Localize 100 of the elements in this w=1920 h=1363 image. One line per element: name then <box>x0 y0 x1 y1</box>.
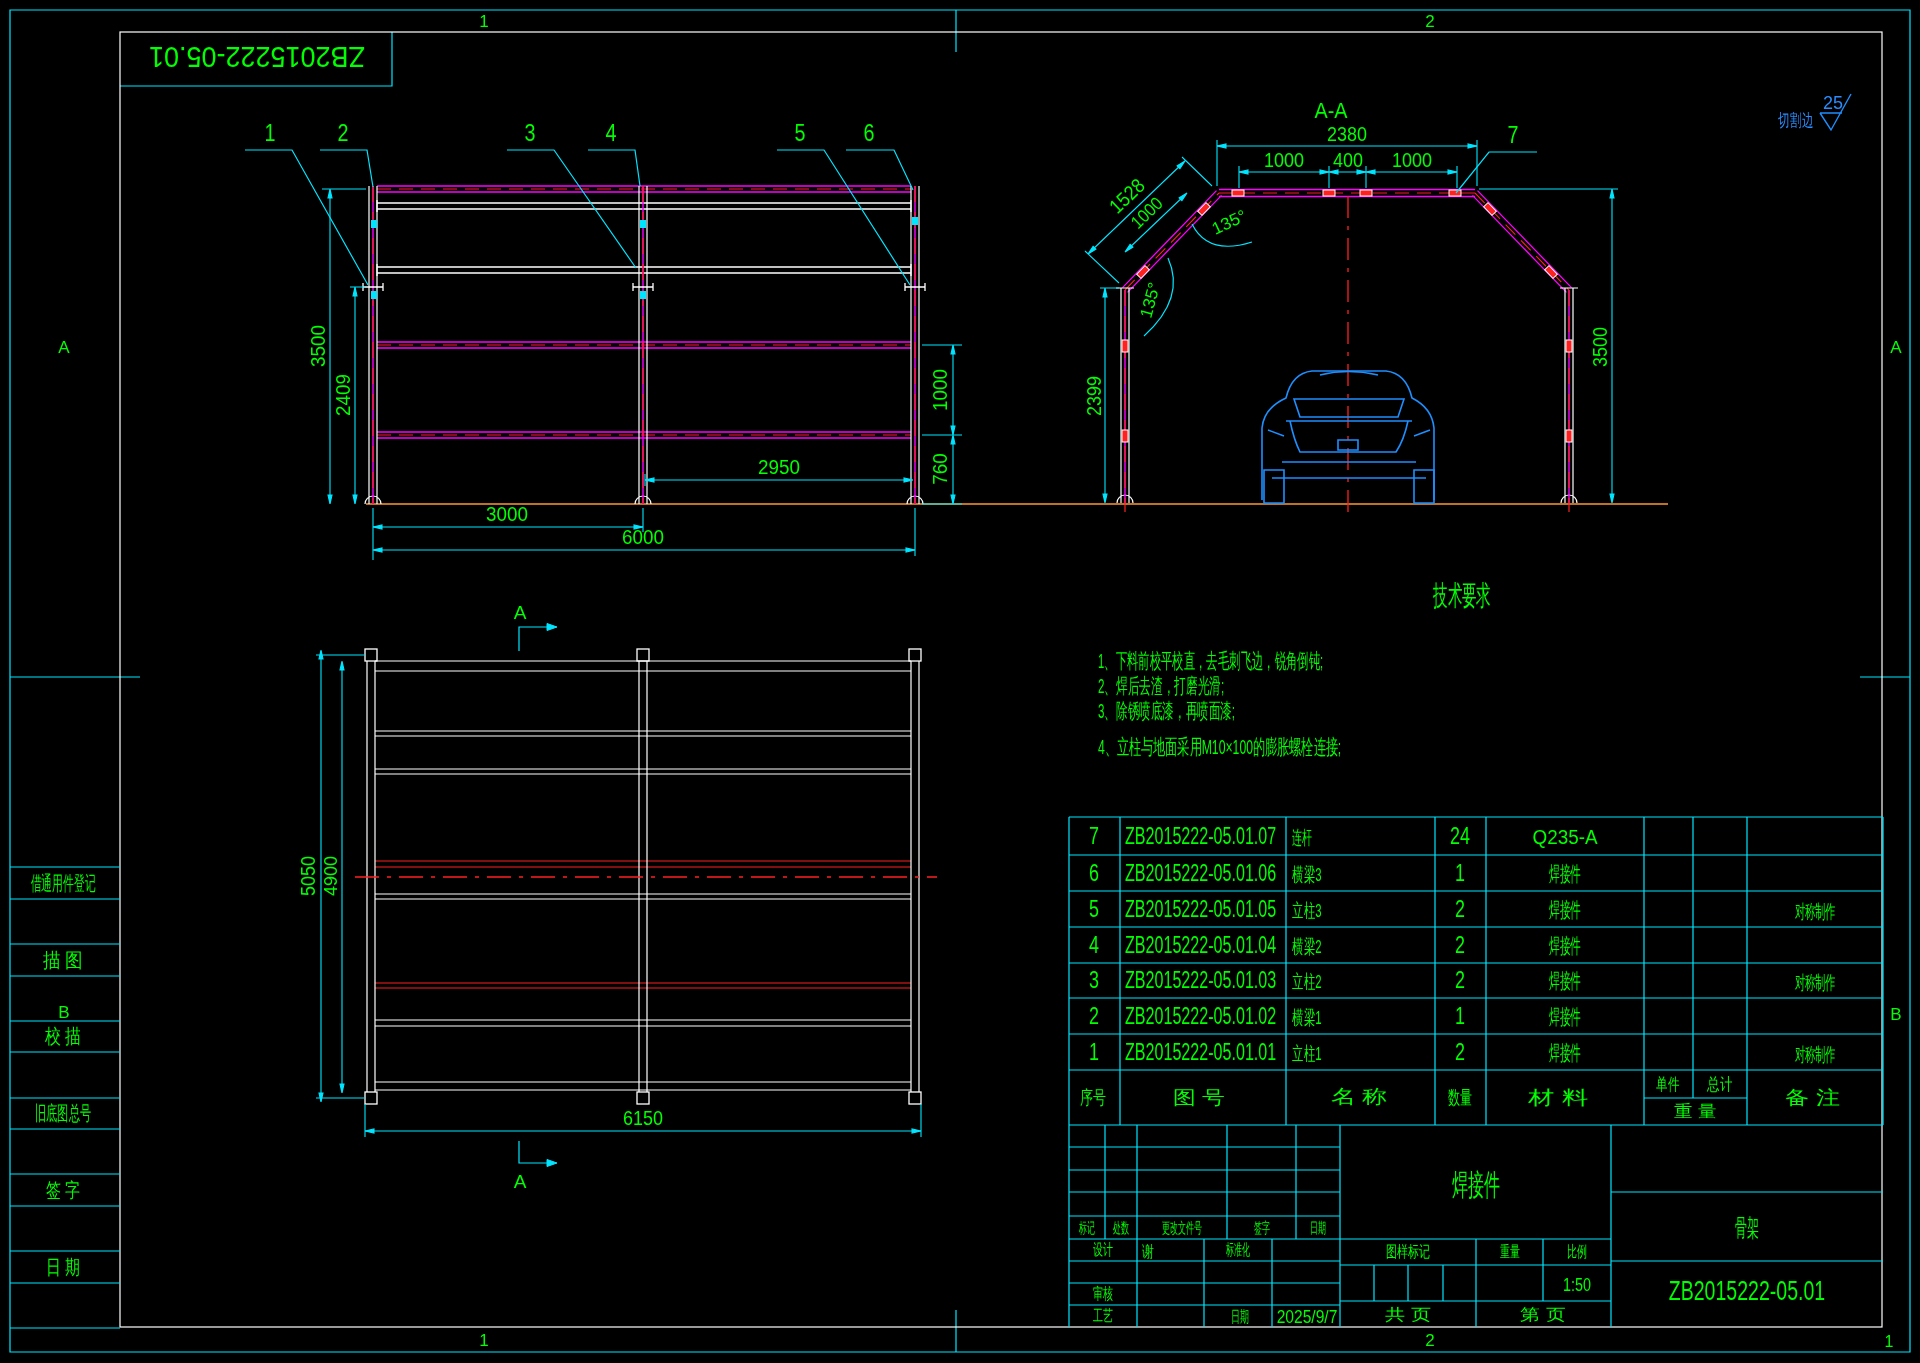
dimension-value: 135° <box>1135 280 1165 320</box>
joint-plate <box>1197 202 1211 216</box>
dimension-value: 6150 <box>623 1106 663 1130</box>
table-cell: 焊接件 <box>1548 1041 1582 1065</box>
register-label: 借通用件登记 <box>30 871 96 895</box>
post <box>636 648 650 662</box>
table-cell: 横梁1 <box>1292 1006 1322 1028</box>
section-label: A <box>513 601 527 623</box>
dimension-value: 1000 <box>1392 147 1432 171</box>
dimension-value: 135° <box>1208 205 1250 239</box>
table-cell: 焊接件 <box>1548 898 1582 922</box>
view-title: A-A <box>1314 97 1348 123</box>
table-cell: Q235-A <box>1532 825 1598 849</box>
title-block-label: 第 页 <box>1520 1306 1566 1324</box>
drawing-number: ZB2015222-05.01 <box>1668 1276 1826 1306</box>
joint-plate <box>1483 202 1497 216</box>
table-cell: ZB2015222-05.01.04 <box>1125 932 1277 958</box>
designer-name: 谢 <box>1142 1241 1154 1261</box>
joint-marker <box>371 220 377 228</box>
column-header: 图 号 <box>1173 1086 1225 1108</box>
table-cell: 1 <box>1455 860 1465 886</box>
scale-value: 1:50 <box>1563 1274 1591 1294</box>
column-header: 总计 <box>1707 1074 1733 1094</box>
table-cell: ZB2015222-05.01.02 <box>1125 1003 1277 1029</box>
balloon-number: 7 <box>1507 121 1519 149</box>
table-cell: ZB2015222-05.01.06 <box>1125 860 1277 886</box>
zone-label: 2 <box>1425 11 1435 31</box>
table-cell: 对称制作 <box>1794 1043 1836 1065</box>
table-cell: ZB2015222-05.01.01 <box>1125 1039 1277 1065</box>
register-label: 描 图 <box>42 948 84 972</box>
column-header: 单件 <box>1656 1074 1680 1094</box>
column-header: 名 称 <box>1330 1086 1388 1108</box>
column-header: 标记 <box>1079 1219 1095 1237</box>
table-cell: 对称制作 <box>1794 900 1836 922</box>
title-block-label: 日期 <box>1231 1306 1249 1326</box>
zone-label: 2 <box>1425 1330 1435 1350</box>
joint-plate <box>1359 189 1373 197</box>
balloon-number: 4 <box>605 119 617 147</box>
column-header: 重 量 <box>1673 1101 1717 1121</box>
balloon-number: 2 <box>337 119 349 147</box>
zone-label: 1 <box>479 1330 489 1350</box>
table-cell: ZB2015222-05.01.07 <box>1125 823 1277 849</box>
zone-label: 1 <box>479 11 489 31</box>
title-block-label: 工艺 <box>1093 1307 1113 1325</box>
balloon-number: 1 <box>264 119 276 147</box>
post <box>364 1091 378 1105</box>
table-cell: 焊接件 <box>1548 969 1582 993</box>
table-cell: 3 <box>1089 967 1099 993</box>
column-header: 序号 <box>1080 1086 1106 1108</box>
balloon-number: 5 <box>794 119 806 147</box>
table-cell: 1 <box>1089 1039 1099 1065</box>
register-label: 旧底图总号 <box>35 1101 91 1125</box>
column-header: 备 注 <box>1785 1086 1841 1108</box>
joint-plate <box>1136 265 1150 279</box>
table-cell: 4 <box>1089 932 1099 958</box>
balloon-number: 3 <box>524 119 536 147</box>
table-cell: ZB2015222-05.01.03 <box>1125 967 1277 993</box>
table-cell: 2 <box>1455 967 1465 993</box>
column-header: 数量 <box>1447 1086 1473 1108</box>
table-cell: 焊接件 <box>1548 1005 1582 1029</box>
title-block-label: 重量 <box>1500 1243 1520 1261</box>
table-cell: 5 <box>1089 896 1099 922</box>
title-block-label: 比例 <box>1567 1243 1587 1261</box>
joint-plate <box>1231 189 1245 197</box>
date-value: 2025/9/7 <box>1276 1305 1338 1327</box>
requirement-item: 2、焊后去渣，打磨光滑; <box>1098 674 1225 698</box>
table-cell: 2 <box>1455 1039 1465 1065</box>
requirements-title: 技术要求 <box>1433 580 1491 612</box>
joint-plate <box>1544 265 1558 279</box>
table-cell: 横梁2 <box>1292 935 1322 957</box>
zone-label: B <box>58 1002 70 1022</box>
joint-plate <box>1121 339 1129 353</box>
joint-marker <box>912 217 918 225</box>
table-cell: 焊接件 <box>1548 862 1582 886</box>
joint-plate <box>1121 429 1129 443</box>
bracket <box>904 282 926 292</box>
requirement-item: 1、下料前校平校直，去毛刺飞边，锐角倒钝; <box>1098 649 1324 673</box>
zone-label: B <box>1890 1004 1902 1024</box>
dimension-value: 3500 <box>1587 327 1611 367</box>
dimension-line <box>921 434 963 505</box>
surface-finish-icon <box>1819 93 1852 132</box>
table-cell: 对称制作 <box>1794 971 1836 993</box>
table-cell: 7 <box>1089 823 1099 849</box>
dimension-value: 760 <box>928 453 952 485</box>
balloon-number: 6 <box>863 119 875 147</box>
title-block-label: 图样标记 <box>1385 1243 1431 1261</box>
dimension-value: 2399 <box>1081 376 1105 416</box>
table-cell: 立柱2 <box>1292 970 1322 992</box>
dimension-value: 2409 <box>331 374 355 416</box>
joint-plate <box>1322 189 1336 197</box>
table-cell: 立柱1 <box>1292 1042 1322 1064</box>
post <box>636 1091 650 1105</box>
post <box>908 1091 922 1105</box>
finish-note: 切割边 <box>1778 110 1814 130</box>
post <box>364 648 378 662</box>
column-header: 处数 <box>1113 1219 1129 1237</box>
table-cell: 1 <box>1455 1003 1465 1029</box>
column-header: 更改文件号 <box>1162 1219 1202 1237</box>
dimension-value: 400 <box>1333 147 1363 171</box>
dimension-value: 1000 <box>928 369 952 411</box>
